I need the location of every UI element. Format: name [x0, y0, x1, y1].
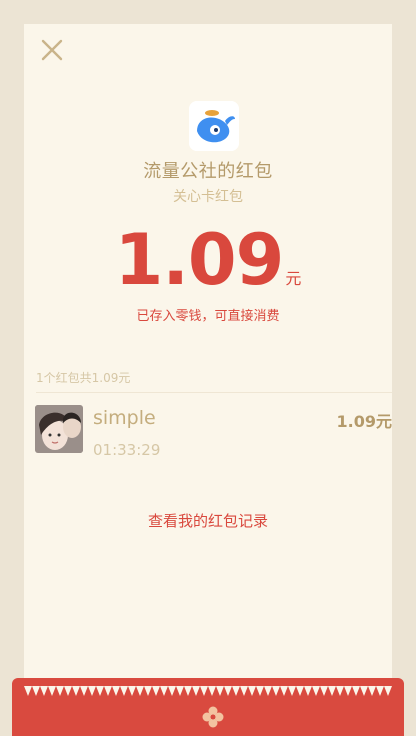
amount-display: 1.09 元 [0, 218, 416, 302]
record-amount: 1.09元 [336, 412, 392, 431]
deposit-note: 已存入零钱，可直接消费 [136, 309, 280, 324]
divider [36, 392, 392, 393]
whale-logo-icon [189, 101, 239, 151]
flower-icon [202, 706, 224, 728]
sender-name: simple [93, 407, 156, 429]
packet-summary: 1个红包共1.09元 [36, 371, 131, 385]
zigzag-edge [24, 686, 392, 696]
close-icon[interactable] [40, 38, 64, 62]
amount-value: 1.09 [114, 219, 285, 301]
user-avatar[interactable] [35, 405, 83, 453]
packet-subtitle: 关心卡红包 [173, 189, 243, 205]
amount-unit: 元 [285, 269, 302, 288]
view-records-link[interactable]: 查看我的红包记录 [0, 510, 416, 531]
receive-time: 01:33:29 [93, 441, 161, 459]
packet-title: 流量公社的红包 [143, 161, 273, 182]
